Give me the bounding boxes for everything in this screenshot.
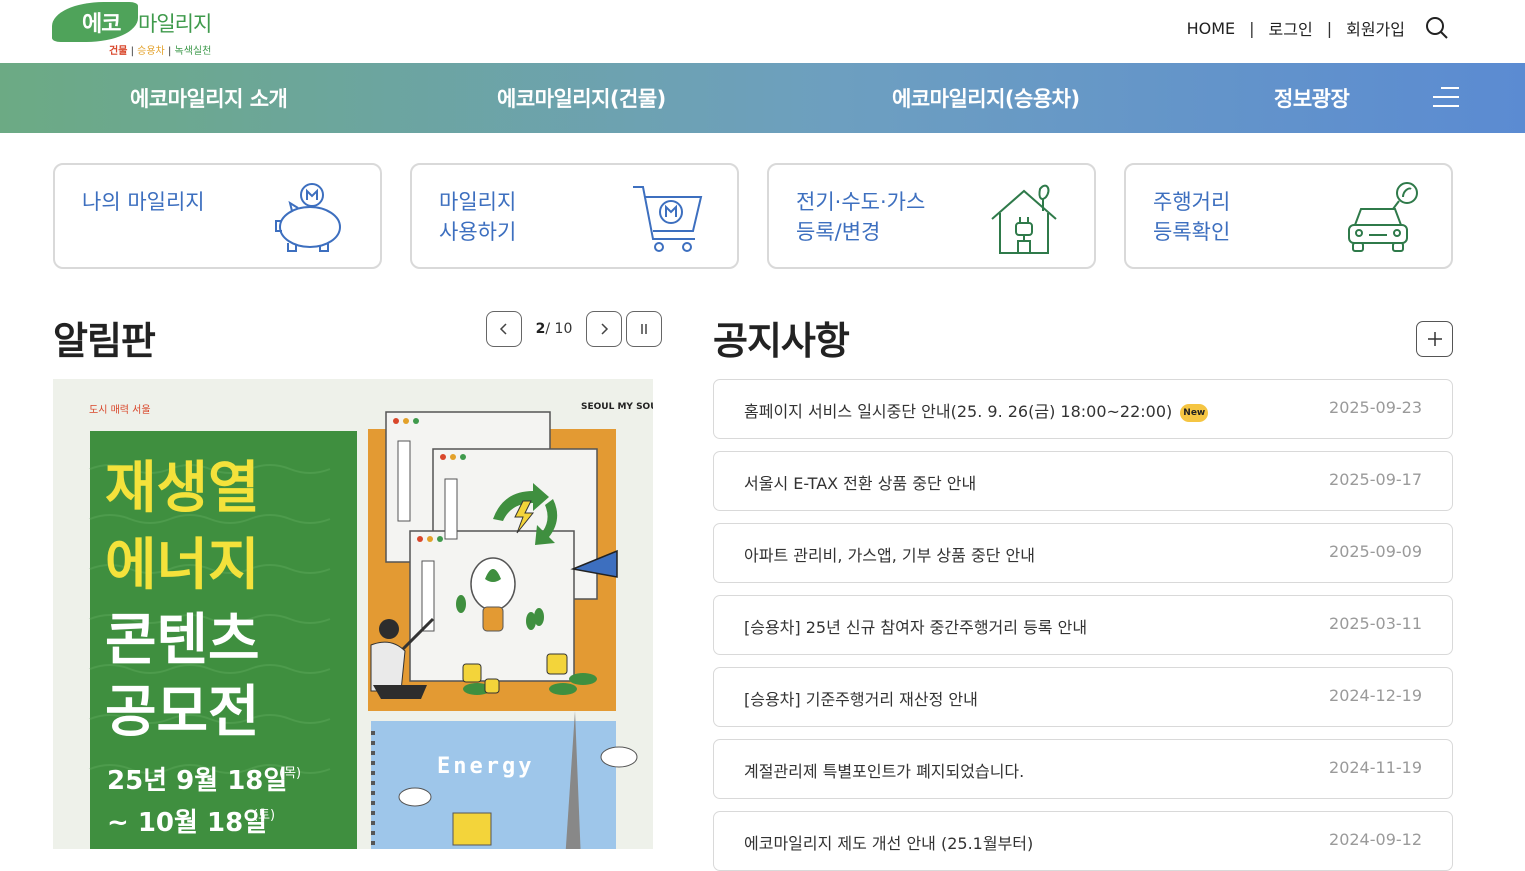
notice-row[interactable]: 계절관리제 특별포인트가 폐지되었습니다. 2024-11-19 — [713, 739, 1453, 799]
quick-card-mileage-check[interactable]: 주행거리 등록확인 — [1124, 163, 1453, 269]
logo-sub-green: 녹색실천 — [174, 46, 212, 57]
notice-title-text: 홈페이지 서비스 일시중단 안내(25. 9. 26(금) 18:00~22:0… — [744, 402, 1173, 421]
banner-date-start: 25년 9월 18일 — [107, 766, 287, 796]
pause-icon — [641, 324, 647, 334]
notice-item-title: 아파트 관리비, 가스앱, 기부 상품 중단 안내 — [744, 546, 1035, 565]
quick-card-use-mileage[interactable]: 마일리지 사용하기 — [410, 163, 739, 269]
notice-date: 2025-09-17 — [1329, 470, 1422, 489]
banner-pager: 2/ 10 — [486, 311, 662, 347]
notice-row[interactable]: [승용차] 25년 신규 참여자 중간주행거리 등록 안내 2025-03-11 — [713, 595, 1453, 655]
logo-sub-building: 건물 — [109, 46, 128, 57]
hamburger-menu-icon[interactable] — [1433, 85, 1459, 109]
logo-subtitle: 건물 | 승용차 | 녹색실천 — [109, 46, 212, 57]
chevron-right-icon — [601, 323, 609, 335]
banner-day-end: (토) — [253, 808, 275, 823]
chevron-left-icon — [499, 323, 507, 335]
cart-icon — [633, 186, 703, 252]
new-badge: New — [1180, 404, 1209, 422]
next-button[interactable] — [586, 311, 622, 347]
notice-item-title: [승용차] 기준주행거리 재산정 안내 — [744, 690, 978, 709]
divider: | — [1249, 18, 1255, 38]
notice-date: 2024-12-19 — [1329, 686, 1422, 705]
quick-card-label: 마일리지 사용하기 — [439, 190, 517, 244]
logo-sub-car: 승용차 — [137, 46, 165, 57]
search-icon[interactable] — [1425, 16, 1449, 40]
quick-card-label: 전기·수도·가스 등록/변경 — [796, 190, 926, 244]
quick-card-label: 나의 마일리지 — [82, 190, 205, 214]
home-link[interactable]: HOME — [1187, 19, 1236, 38]
banner-seoul-logo: SEOUL MY SOUL — [581, 402, 653, 412]
notice-item-title: 에코마일리지 제도 개선 안내 (25.1월부터) — [744, 834, 1034, 853]
main-nav: 에코마일리지 소개 에코마일리지(건물) 에코마일리지(승용차) 정보광장 — [0, 63, 1525, 133]
notice-row[interactable]: 홈페이지 서비스 일시중단 안내(25. 9. 26(금) 18:00~22:0… — [713, 379, 1453, 439]
car-icon — [1348, 182, 1418, 252]
piggy-bank-icon — [275, 183, 341, 252]
banner-slide[interactable]: 도시 매력 서울 SEOUL MY SOUL 재생열 에너지 콘텐츠 공모전 2… — [53, 379, 653, 849]
banner-day-start: (목) — [279, 766, 301, 781]
banner-line-3: 콘텐츠 — [105, 608, 260, 673]
notice-item-title: 홈페이지 서비스 일시중단 안내(25. 9. 26(금) 18:00~22:0… — [744, 398, 1209, 422]
notice-item-title: [승용차] 25년 신규 참여자 중간주행거리 등록 안내 — [744, 618, 1088, 637]
quick-card-my-mileage[interactable]: 나의 마일리지 — [53, 163, 382, 269]
site-logo[interactable]: 에코 마일리지 건물 | 승용차 | 녹색실천 — [52, 0, 222, 60]
logo-mileage-text: 마일리지 — [138, 12, 212, 36]
divider: | — [1326, 18, 1333, 38]
notice-title: 공지사항 — [713, 319, 850, 363]
notice-date: 2025-09-09 — [1329, 542, 1422, 561]
more-button[interactable] — [1416, 321, 1453, 357]
notice-item-title: 서울시 E-TAX 전환 상품 중단 안내 — [744, 474, 977, 493]
banner-seoul-slogan: 도시 매력 서울 — [89, 404, 151, 416]
board-title: 알림판 — [53, 319, 156, 363]
banner-energy-text: Energy — [437, 754, 534, 779]
notice-row[interactable]: [승용차] 기준주행거리 재산정 안내 2024-12-19 — [713, 667, 1453, 727]
site-header: 에코 마일리지 건물 | 승용차 | 녹색실천 HOME | 로그인 | 회원가… — [0, 0, 1525, 63]
house-plug-icon — [991, 184, 1057, 254]
quick-card-label: 주행거리 등록확인 — [1153, 190, 1231, 244]
prev-button[interactable] — [486, 311, 522, 347]
notice-date: 2024-09-12 — [1329, 830, 1422, 849]
notice-row[interactable]: 아파트 관리비, 가스앱, 기부 상품 중단 안내 2025-09-09 — [713, 523, 1453, 583]
plus-icon — [1427, 332, 1442, 346]
nav-item-car[interactable]: 에코마일리지(승용차) — [892, 83, 1080, 113]
login-link[interactable]: 로그인 — [1269, 16, 1313, 40]
notice-item-title: 계절관리제 특별포인트가 폐지되었습니다. — [744, 762, 1025, 781]
notice-date: 2024-11-19 — [1329, 758, 1422, 777]
banner-line-2: 에너지 — [105, 533, 260, 598]
banner-line-1: 재생열 — [105, 456, 260, 521]
pager-current: 2 — [535, 321, 546, 337]
utility-nav: HOME | 로그인 | 회원가입 — [1187, 16, 1449, 40]
quick-card-utility-register[interactable]: 전기·수도·가스 등록/변경 — [767, 163, 1096, 269]
banner-date-end: ~ 10월 18일 — [107, 808, 267, 838]
notice-date: 2025-03-11 — [1329, 614, 1422, 633]
nav-item-building[interactable]: 에코마일리지(건물) — [497, 83, 666, 113]
pause-button[interactable] — [626, 311, 662, 347]
notice-row[interactable]: 에코마일리지 제도 개선 안내 (25.1월부터) 2024-09-12 — [713, 811, 1453, 871]
notice-date: 2025-09-23 — [1329, 398, 1422, 417]
banner-illustration: 도시 매력 서울 SEOUL MY SOUL 재생열 에너지 콘텐츠 공모전 2… — [53, 379, 653, 849]
pager-count: 2/ 10 — [534, 321, 574, 337]
signup-link[interactable]: 회원가입 — [1346, 16, 1405, 40]
notice-row[interactable]: 서울시 E-TAX 전환 상품 중단 안내 2025-09-17 — [713, 451, 1453, 511]
banner-line-4: 공모전 — [105, 680, 260, 745]
nav-item-info[interactable]: 정보광장 — [1274, 83, 1350, 113]
logo-eco-text: 에코 — [82, 12, 121, 37]
nav-item-intro[interactable]: 에코마일리지 소개 — [130, 83, 288, 113]
pager-total: / 10 — [545, 321, 573, 337]
